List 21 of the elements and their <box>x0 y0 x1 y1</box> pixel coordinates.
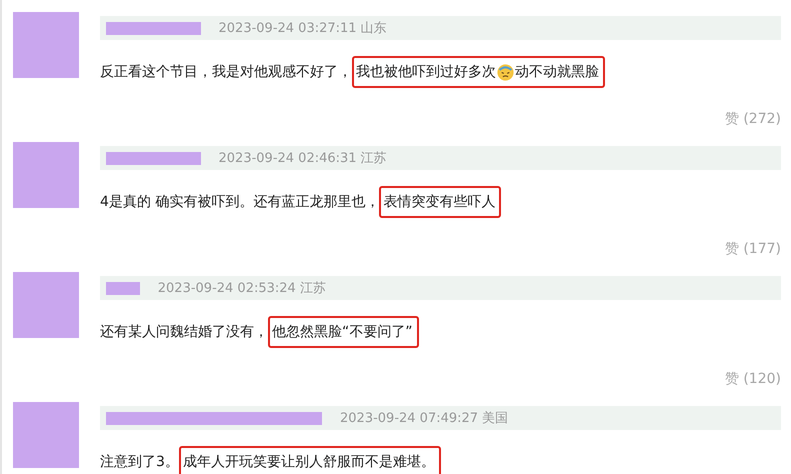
like-count[interactable]: 赞 (120) <box>724 370 781 390</box>
comment-date: 2023-09-24 02:53:24 江苏 <box>158 280 326 297</box>
comment-text: 反正看这个节目，我是对他观感不好了， <box>100 63 352 81</box>
comment-date: 2023-09-24 02:46:31 江苏 <box>218 150 387 167</box>
comment-text: 4是真的 确实有被吓到。还有蓝正龙那里也， <box>100 193 380 211</box>
avatar <box>13 142 79 208</box>
comment-text: 动不动就黑脸 <box>515 63 599 81</box>
like-count[interactable]: 赞 (177) <box>724 240 781 260</box>
like-count[interactable]: 赞 (272) <box>724 110 781 130</box>
sad-face-icon <box>497 64 514 80</box>
comment-text: 成年人开玩笑要让别人舒服而不是难堪。 <box>182 453 435 471</box>
comment-text: 他忽然黑脸“不要问了” <box>272 323 413 341</box>
comment-text: 我也被他吓到过好多次 <box>356 63 496 81</box>
avatar <box>13 272 79 338</box>
avatar <box>13 402 79 468</box>
avatar <box>13 12 79 78</box>
comment-text: 表情突变有些吓人 <box>383 193 496 211</box>
comment-text: 还有某人问魏结婚了没有， <box>100 323 268 341</box>
comment-date: 2023-09-24 03:27:11 山东 <box>218 20 387 37</box>
comment-date: 2023-09-24 07:49:27 美国 <box>340 410 508 427</box>
comment-text: 注意到了3。 <box>100 453 179 471</box>
